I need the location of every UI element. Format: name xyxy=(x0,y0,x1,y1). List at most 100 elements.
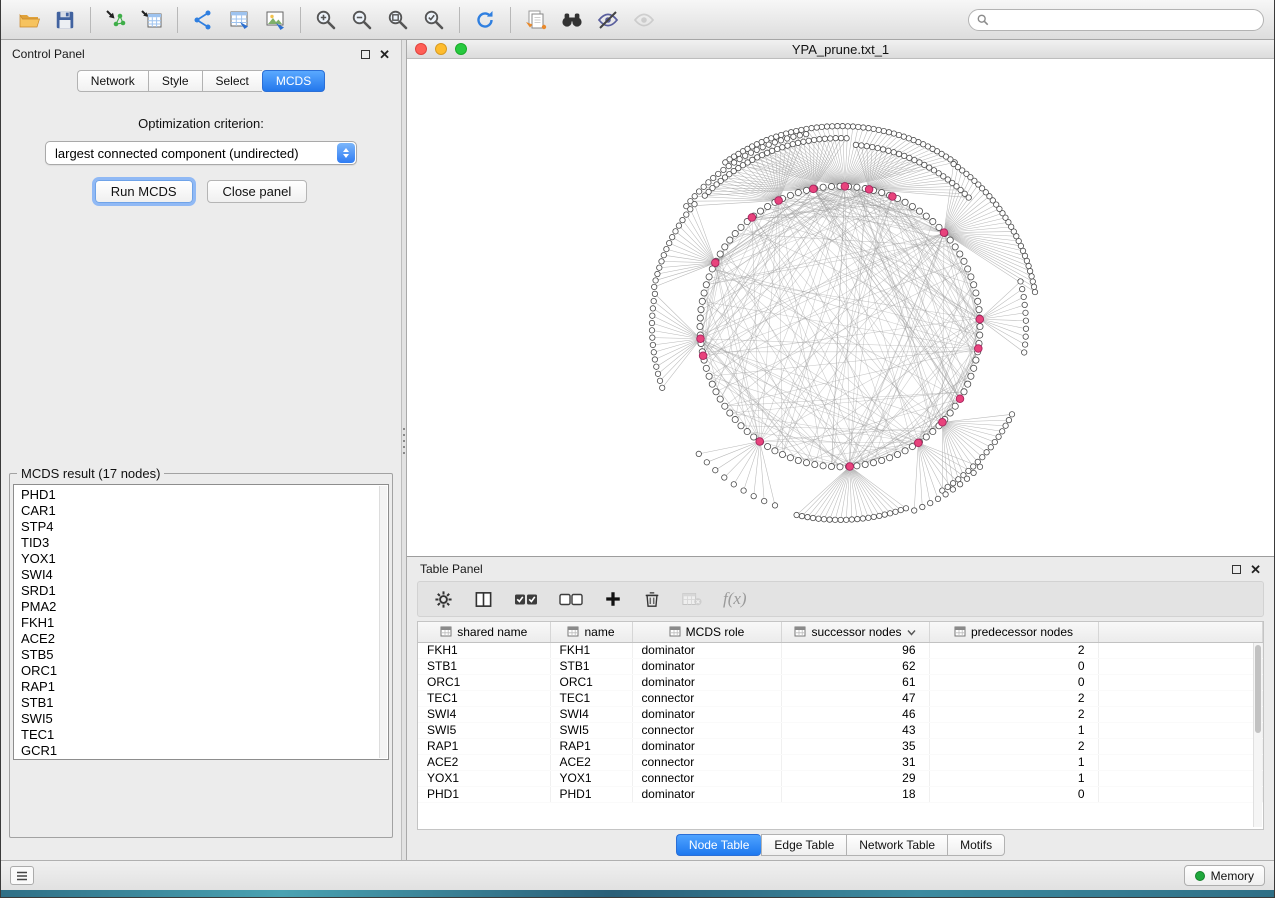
network-leaf-node[interactable] xyxy=(783,131,788,136)
network-leaf-node[interactable] xyxy=(1022,253,1027,258)
network-node[interactable] xyxy=(795,457,801,463)
network-node[interactable] xyxy=(828,183,834,189)
network-leaf-node[interactable] xyxy=(774,134,779,139)
panel-list-button[interactable] xyxy=(10,866,34,885)
network-hub-node[interactable] xyxy=(939,418,947,426)
network-leaf-node[interactable] xyxy=(743,153,748,158)
network-leaf-node[interactable] xyxy=(902,153,907,158)
zoom-fit-button[interactable] xyxy=(380,5,416,35)
search-network-button[interactable] xyxy=(554,5,590,35)
network-leaf-node[interactable] xyxy=(660,385,665,390)
network-leaf-node[interactable] xyxy=(721,167,726,172)
network-leaf-node[interactable] xyxy=(692,201,697,206)
network-leaf-node[interactable] xyxy=(881,128,886,133)
network-leaf-node[interactable] xyxy=(702,193,707,198)
network-leaf-node[interactable] xyxy=(996,434,1001,439)
network-hub-node[interactable] xyxy=(748,214,756,222)
network-node[interactable] xyxy=(973,357,979,363)
network-leaf-node[interactable] xyxy=(928,500,933,505)
network-leaf-node[interactable] xyxy=(762,498,767,503)
result-list-item[interactable]: YOX1 xyxy=(14,551,388,567)
network-leaf-node[interactable] xyxy=(861,125,866,130)
network-leaf-node[interactable] xyxy=(650,313,655,318)
result-list-item[interactable]: PHD1 xyxy=(14,487,388,503)
network-leaf-node[interactable] xyxy=(661,252,666,257)
tab-network-table[interactable]: Network Table xyxy=(846,834,947,856)
network-leaf-node[interactable] xyxy=(716,171,721,176)
network-leaf-node[interactable] xyxy=(731,482,736,487)
network-hub-node[interactable] xyxy=(889,193,897,201)
network-node[interactable] xyxy=(975,298,981,304)
network-leaf-node[interactable] xyxy=(760,144,765,149)
network-leaf-node[interactable] xyxy=(785,143,790,148)
result-list-item[interactable]: PMA2 xyxy=(14,599,388,615)
network-leaf-node[interactable] xyxy=(676,223,681,228)
network-leaf-node[interactable] xyxy=(667,240,672,245)
network-node[interactable] xyxy=(727,410,733,416)
network-node[interactable] xyxy=(923,434,929,440)
network-leaf-node[interactable] xyxy=(797,133,802,138)
delete-rows-button[interactable] xyxy=(643,590,661,608)
network-node[interactable] xyxy=(854,184,860,190)
network-node[interactable] xyxy=(977,323,983,329)
network-node[interactable] xyxy=(930,428,936,434)
clear-table-button[interactable] xyxy=(682,591,702,607)
column-header-name[interactable]: name xyxy=(550,622,632,642)
network-leaf-node[interactable] xyxy=(704,460,709,465)
network-node[interactable] xyxy=(698,306,704,312)
network-leaf-node[interactable] xyxy=(664,246,669,251)
network-leaf-node[interactable] xyxy=(835,123,840,128)
network-leaf-node[interactable] xyxy=(680,217,685,222)
network-leaf-node[interactable] xyxy=(803,131,808,136)
network-leaf-node[interactable] xyxy=(650,306,655,311)
show-all-button[interactable] xyxy=(626,5,662,35)
network-leaf-node[interactable] xyxy=(907,155,912,160)
network-hub-node[interactable] xyxy=(975,345,983,353)
network-leaf-node[interactable] xyxy=(706,180,711,185)
table-row[interactable]: RAP1RAP1dominator352 xyxy=(418,738,1263,754)
network-leaf-node[interactable] xyxy=(893,509,898,514)
network-node[interactable] xyxy=(727,237,733,243)
network-leaf-node[interactable] xyxy=(957,482,962,487)
network-leaf-node[interactable] xyxy=(1024,258,1029,263)
network-leaf-node[interactable] xyxy=(876,127,881,132)
network-leaf-node[interactable] xyxy=(659,259,664,264)
network-hub-node[interactable] xyxy=(775,197,783,205)
export-network-button[interactable] xyxy=(185,5,221,35)
network-leaf-node[interactable] xyxy=(988,445,993,450)
network-leaf-node[interactable] xyxy=(741,488,746,493)
network-node[interactable] xyxy=(947,410,953,416)
search-input[interactable] xyxy=(995,13,1255,27)
network-leaf-node[interactable] xyxy=(1003,423,1008,428)
export-image-button[interactable] xyxy=(257,5,293,35)
network-leaf-node[interactable] xyxy=(748,150,753,155)
mcds-result-list[interactable]: PHD1CAR1STP4TID3YOX1SWI4SRD1PMA2FKH1ACE2… xyxy=(13,484,389,760)
network-node[interactable] xyxy=(713,389,719,395)
network-leaf-node[interactable] xyxy=(912,508,917,513)
network-leaf-node[interactable] xyxy=(711,175,716,180)
network-leaf-node[interactable] xyxy=(778,138,783,143)
network-hub-node[interactable] xyxy=(697,335,705,343)
settings-button[interactable] xyxy=(434,590,453,609)
table-row[interactable]: FKH1FKH1dominator962 xyxy=(418,642,1263,658)
result-list-item[interactable]: STP4 xyxy=(14,519,388,535)
network-node[interactable] xyxy=(828,463,834,469)
network-leaf-node[interactable] xyxy=(860,516,865,521)
network-leaf-node[interactable] xyxy=(655,371,660,376)
network-leaf-node[interactable] xyxy=(951,161,956,166)
network-node[interactable] xyxy=(709,381,715,387)
network-leaf-node[interactable] xyxy=(832,517,837,522)
network-leaf-node[interactable] xyxy=(649,320,654,325)
network-leaf-node[interactable] xyxy=(1020,286,1025,291)
network-hub-node[interactable] xyxy=(756,438,764,446)
network-node[interactable] xyxy=(902,199,908,205)
network-node[interactable] xyxy=(887,455,893,461)
network-leaf-node[interactable] xyxy=(751,493,756,498)
network-leaf-node[interactable] xyxy=(877,513,882,518)
network-leaf-node[interactable] xyxy=(652,357,657,362)
network-leaf-node[interactable] xyxy=(971,464,976,469)
network-leaf-node[interactable] xyxy=(657,378,662,383)
column-header-MCDS-role[interactable]: MCDS role xyxy=(632,622,781,642)
network-leaf-node[interactable] xyxy=(966,468,971,473)
network-leaf-node[interactable] xyxy=(819,124,824,129)
